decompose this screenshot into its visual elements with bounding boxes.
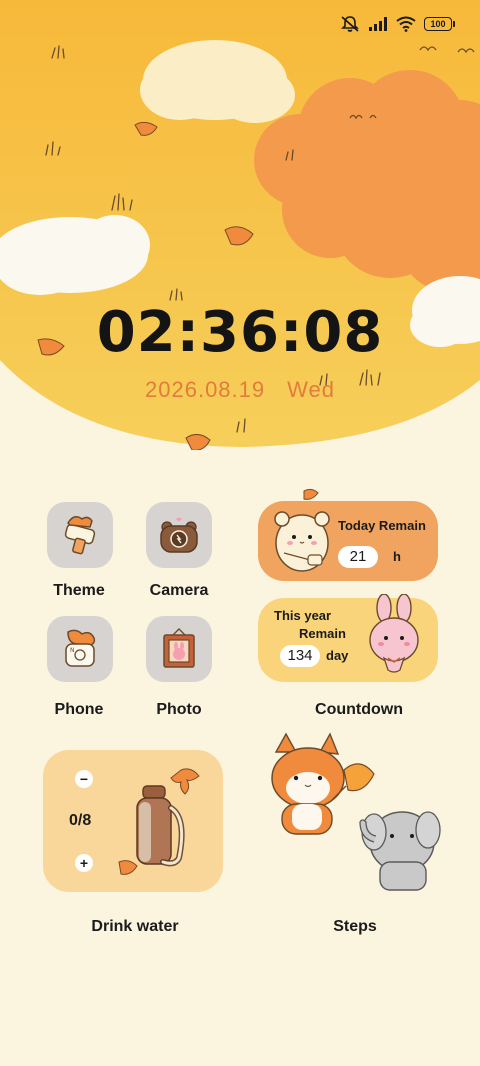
picture-frame-icon [163,628,195,668]
clock-time[interactable]: 02:36:08 [0,300,480,365]
bear-camera-icon [160,517,198,553]
year-remain-value: 134 [280,645,320,667]
hamster-illustration [274,488,330,572]
countdown-label: Countdown [315,701,403,718]
increase-water-button[interactable]: + [75,854,93,872]
phone-app-button[interactable]: N [47,616,113,682]
status-bar: 100 [0,10,480,38]
today-remain-widget[interactable]: Today Remain 21 h [258,488,438,581]
battery-indicator: 100 [424,17,455,31]
year-remain-unit: day [326,648,349,663]
wifi-icon [396,16,416,32]
steps-widget[interactable] [262,730,452,900]
today-remain-unit: h [393,549,401,564]
today-remain-label: Today Remain [338,518,426,533]
phone-app-label: Phone [54,701,104,718]
theme-app-button[interactable] [47,502,113,568]
camera-app-label: Camera [149,582,209,599]
paint-brush-icon [64,516,96,555]
photo-app-label: Photo [156,701,202,718]
phone-icon: N [65,629,96,667]
mute-vibrate-icon [340,15,360,33]
date-text: 2026.08.19 [145,377,266,402]
photo-app-button[interactable] [146,616,212,682]
steps-label: Steps [333,918,377,935]
date-display[interactable]: 2026.08.19 Wed [0,377,480,403]
decrease-water-button[interactable]: − [75,770,93,788]
year-remain-label-line2: Remain [299,626,346,641]
drink-water-widget[interactable]: − 0/8 + [43,750,223,892]
camera-app-button[interactable] [146,502,212,568]
weekday-text: Wed [287,377,335,402]
today-remain-value: 21 [338,546,378,568]
water-bottle-illustration [118,768,200,875]
year-remain-widget[interactable]: This year Remain 134 day [258,594,438,682]
water-count: 0/8 [69,812,92,829]
drink-water-label: Drink water [91,918,179,935]
signal-icon [368,16,388,32]
year-remain-label-line1: This year [274,608,332,623]
svg-text:N: N [70,647,75,654]
theme-app-label: Theme [53,582,105,599]
bunny-illustration [369,594,419,673]
fox-elephant-illustration [271,732,441,891]
